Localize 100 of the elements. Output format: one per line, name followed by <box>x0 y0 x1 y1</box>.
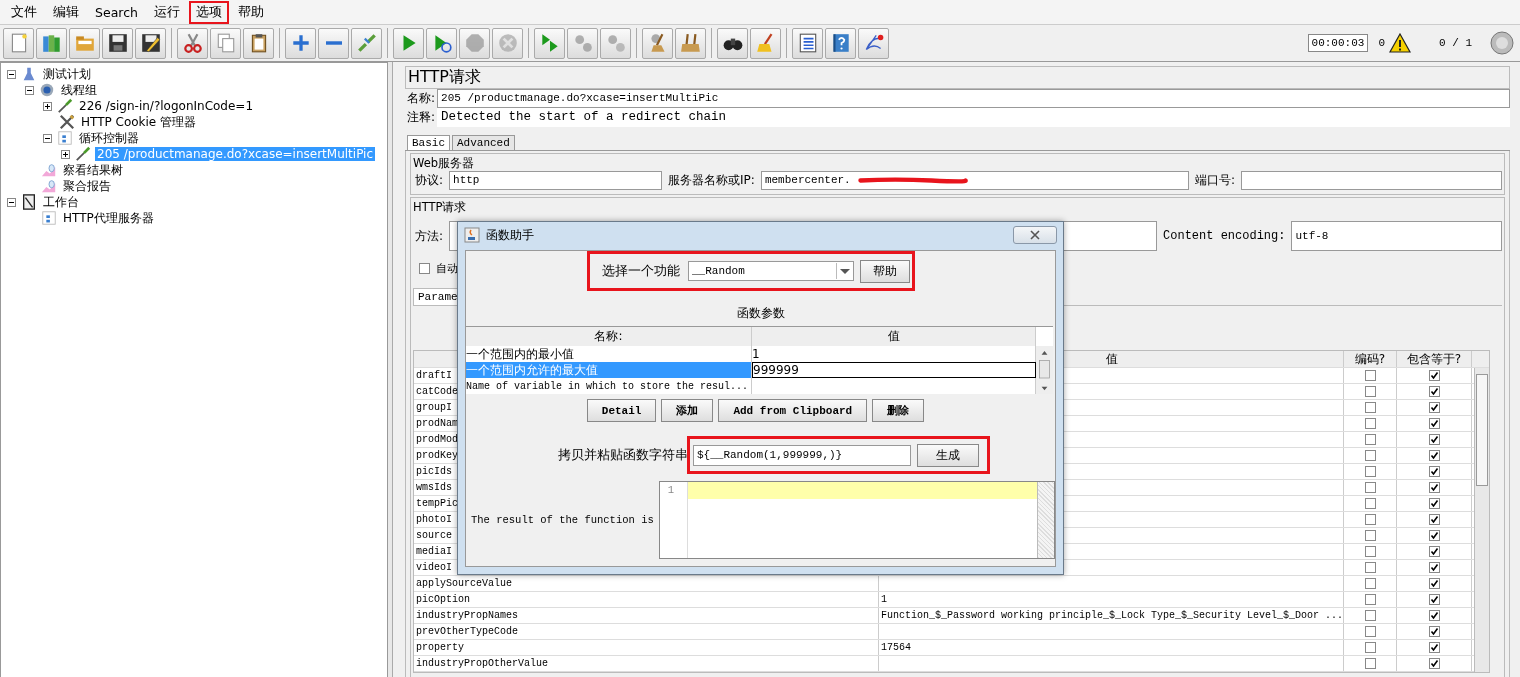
function-dropdown[interactable]: __Random <box>688 261 854 281</box>
close-button[interactable] <box>1013 226 1057 244</box>
checkbox[interactable] <box>1364 642 1376 653</box>
collapse-toggle-icon[interactable] <box>25 85 34 95</box>
checkbox[interactable] <box>1428 402 1440 413</box>
checkbox[interactable] <box>1428 642 1440 653</box>
expand-toggle-icon[interactable] <box>61 149 70 159</box>
checkbox[interactable] <box>1364 626 1376 637</box>
tree-item[interactable]: 226 /sign-in/?logonInCode=1 <box>77 99 256 113</box>
tab[interactable]: Advanced <box>452 135 515 150</box>
checkbox[interactable] <box>1364 514 1376 525</box>
checkbox[interactable] <box>1364 610 1376 621</box>
protocol-field[interactable]: http <box>449 171 663 190</box>
menu-item[interactable]: 编辑 <box>46 0 86 24</box>
checkbox[interactable] <box>1364 370 1376 381</box>
menu-item[interactable]: 帮助 <box>230 0 271 24</box>
checkbox[interactable] <box>1364 402 1376 413</box>
expand-button[interactable] <box>285 27 316 59</box>
tree-item[interactable]: HTTP代理服务器 <box>61 209 156 227</box>
table-row[interactable]: 一个范围内允许的最大值 999999 <box>466 362 1036 378</box>
checkbox[interactable] <box>1364 546 1376 557</box>
tree-item[interactable]: 线程组 <box>59 81 99 99</box>
search-button[interactable] <box>717 27 748 59</box>
checkbox[interactable] <box>1364 498 1376 509</box>
checkbox[interactable] <box>1428 514 1440 525</box>
checkbox[interactable] <box>1364 578 1376 589</box>
tree-item[interactable]: 工作台 <box>41 193 81 211</box>
checkbox[interactable] <box>1428 594 1440 605</box>
checkbox[interactable] <box>1428 370 1440 381</box>
dialog-button[interactable]: Detail <box>586 399 657 422</box>
checkbox[interactable] <box>1428 610 1440 621</box>
clear-button[interactable] <box>642 27 673 59</box>
menu-item[interactable]: 运行 <box>146 0 187 24</box>
help-button[interactable]: 帮助 <box>860 259 910 283</box>
menu-item[interactable]: 文件 <box>4 0 44 24</box>
server-field[interactable]: membercenter. <box>760 171 1189 190</box>
collapse-toggle-icon[interactable] <box>7 197 16 207</box>
tree-item[interactable]: 聚合报告 <box>61 177 113 195</box>
paste-button[interactable] <box>243 27 274 59</box>
checkbox[interactable] <box>1364 386 1376 397</box>
checkbox[interactable] <box>1364 594 1376 605</box>
tab[interactable]: Basic <box>407 135 450 150</box>
collapse-button[interactable] <box>318 27 349 59</box>
checkbox[interactable] <box>1428 434 1440 445</box>
scrollbar[interactable] <box>1474 368 1489 672</box>
function-string-field[interactable]: ${__Random(1,999999,)} <box>693 444 911 466</box>
checkbox[interactable] <box>1364 466 1376 477</box>
port-field[interactable] <box>1240 171 1502 190</box>
cut-button[interactable] <box>177 27 208 59</box>
scrollbar[interactable] <box>1037 482 1054 558</box>
checkbox[interactable] <box>1428 482 1440 493</box>
checkbox[interactable] <box>1428 530 1440 541</box>
checkbox[interactable] <box>419 263 430 274</box>
checkbox[interactable] <box>1428 626 1440 637</box>
checkbox[interactable] <box>1364 562 1376 573</box>
checkbox[interactable] <box>1364 418 1376 429</box>
result-text-area[interactable]: 1 <box>658 481 1055 559</box>
plugins-button[interactable] <box>858 27 889 59</box>
checkbox[interactable] <box>1364 434 1376 445</box>
menu-item[interactable]: Search <box>88 1 145 23</box>
checkbox[interactable] <box>1364 482 1376 493</box>
checkbox[interactable] <box>1364 450 1376 461</box>
remote-start-button[interactable] <box>534 27 565 59</box>
tree-item[interactable]: 测试计划 <box>41 65 93 83</box>
checkbox[interactable] <box>1428 546 1440 557</box>
generate-button[interactable]: 生成 <box>917 443 979 467</box>
dialog-button[interactable]: Add from Clipboard <box>718 399 868 422</box>
clear-all-button[interactable] <box>675 27 706 59</box>
tree-item[interactable]: 察看结果树 <box>61 161 125 179</box>
save-button[interactable] <box>102 27 133 59</box>
expand-toggle-icon[interactable] <box>43 101 52 111</box>
checkbox[interactable] <box>1428 450 1440 461</box>
tree-item[interactable]: HTTP Cookie 管理器 <box>79 113 199 131</box>
checkbox[interactable] <box>1428 386 1440 397</box>
checkbox[interactable] <box>1428 658 1440 669</box>
templates-button[interactable] <box>36 27 67 59</box>
dialog-button[interactable]: 删除 <box>872 399 925 422</box>
name-field[interactable]: 205 /productmanage.do?xcase=insertMultiPic <box>437 89 1510 108</box>
tree-item[interactable]: 循环控制器 <box>77 129 141 147</box>
collapse-toggle-icon[interactable] <box>7 69 16 79</box>
dialog-button[interactable]: 添加 <box>661 399 714 422</box>
menu-item[interactable]: 选项 <box>188 0 229 24</box>
start-no-pauses-button[interactable] <box>426 27 457 59</box>
toggle-button[interactable] <box>351 27 382 59</box>
help-button[interactable] <box>825 27 856 59</box>
comment-field[interactable]: Detected the start of a redirect chain <box>437 108 1510 127</box>
checkbox[interactable] <box>1428 578 1440 589</box>
function-helper-button[interactable] <box>792 27 823 59</box>
new-button[interactable] <box>3 27 34 59</box>
collapse-toggle-icon[interactable] <box>43 133 52 143</box>
checkbox[interactable] <box>1428 466 1440 477</box>
checkbox[interactable] <box>1364 658 1376 669</box>
scrollbar[interactable] <box>1036 346 1053 394</box>
checkbox[interactable] <box>1428 562 1440 573</box>
encoding-field[interactable]: utf-8 <box>1291 221 1502 251</box>
start-button[interactable] <box>393 27 424 59</box>
checkbox[interactable] <box>1428 498 1440 509</box>
checkbox[interactable] <box>1428 418 1440 429</box>
save-as-button[interactable] <box>135 27 166 59</box>
checkbox[interactable] <box>1364 530 1376 541</box>
